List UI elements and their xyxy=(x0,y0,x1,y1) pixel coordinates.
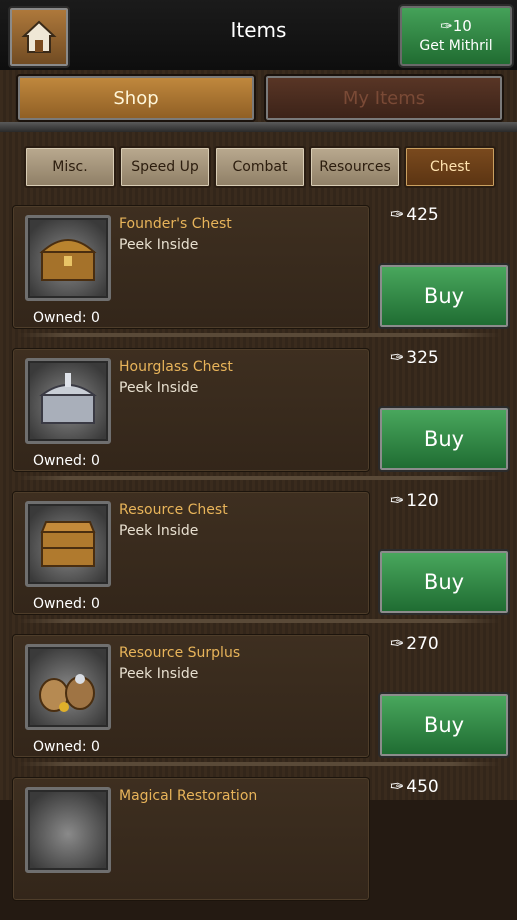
price-value: 120 xyxy=(406,491,439,511)
row-divider xyxy=(18,333,500,337)
get-mithril-button[interactable]: ✑10 Get Mithril xyxy=(398,4,514,68)
item-subtitle: Peek Inside xyxy=(119,666,199,682)
buy-button[interactable]: Buy xyxy=(378,549,510,615)
price-value: 450 xyxy=(406,777,439,797)
mithril-icon: ✑ xyxy=(390,634,405,654)
row-divider xyxy=(18,619,500,623)
price: ✑ 325 xyxy=(390,348,439,368)
mithril-label: Get Mithril xyxy=(419,38,493,54)
tab-my-items[interactable]: My Items xyxy=(264,74,504,122)
owned-count: Owned: 0 xyxy=(33,739,100,755)
price: ✑ 450 xyxy=(390,777,439,797)
list-item: Magical Restoration ✑ 450 xyxy=(0,777,517,920)
top-bar: Items ✑10 Get Mithril xyxy=(0,0,517,72)
buy-button[interactable]: Buy xyxy=(378,406,510,472)
chest-icon xyxy=(39,239,97,281)
hourglass-chest-image xyxy=(25,358,111,444)
buy-button[interactable]: Buy xyxy=(378,692,510,758)
founders-chest-image xyxy=(25,215,111,301)
price: ✑ 270 xyxy=(390,634,439,654)
mithril-icon: ✑ xyxy=(390,491,405,511)
row-divider xyxy=(18,762,500,766)
owned-count: Owned: 0 xyxy=(33,453,100,469)
item-card[interactable]: Founder's Chest Peek Inside Owned: 0 xyxy=(12,205,370,329)
item-card[interactable]: Resource Surplus Peek Inside Owned: 0 xyxy=(12,634,370,758)
price: ✑ 425 xyxy=(390,205,439,225)
owned-count: Owned: 0 xyxy=(33,310,100,326)
mithril-icon: ✑ xyxy=(390,348,405,368)
list-item: Resource Surplus Peek Inside Owned: 0 ✑ 2… xyxy=(0,634,517,777)
category-tab-combat[interactable]: Combat xyxy=(214,146,306,188)
chest-icon xyxy=(40,521,96,567)
owned-count: Owned: 0 xyxy=(33,596,100,612)
buy-button[interactable]: Buy xyxy=(378,263,510,329)
item-name: Resource Chest xyxy=(119,502,228,518)
item-subtitle: Peek Inside xyxy=(119,523,199,539)
divider xyxy=(0,122,517,132)
item-card[interactable]: Magical Restoration xyxy=(12,777,370,901)
row-divider xyxy=(18,476,500,480)
resource-chest-image xyxy=(25,501,111,587)
item-name: Magical Restoration xyxy=(119,788,258,804)
main-panel: Shop My Items Misc. Speed Up Combat Reso… xyxy=(0,70,517,901)
mithril-icon: ✑ xyxy=(390,777,405,797)
resource-surplus-image xyxy=(25,644,111,730)
price-value: 270 xyxy=(406,634,439,654)
outer-tabs: Shop My Items xyxy=(14,74,504,122)
list-item: Resource Chest Peek Inside Owned: 0 ✑ 120… xyxy=(0,491,517,634)
item-card[interactable]: Hourglass Chest Peek Inside Owned: 0 xyxy=(12,348,370,472)
mithril-count: 10 xyxy=(452,17,472,35)
list-item: Founder's Chest Peek Inside Owned: 0 ✑ 42… xyxy=(0,205,517,348)
price-value: 325 xyxy=(406,348,439,368)
list-item: Hourglass Chest Peek Inside Owned: 0 ✑ 32… xyxy=(0,348,517,491)
category-tab-speed-up[interactable]: Speed Up xyxy=(119,146,211,188)
item-subtitle: Peek Inside xyxy=(119,237,199,253)
item-card[interactable]: Resource Chest Peek Inside Owned: 0 xyxy=(12,491,370,615)
item-name: Resource Surplus xyxy=(119,645,241,661)
tab-shop[interactable]: Shop xyxy=(16,74,256,122)
resource-sacks-icon xyxy=(39,674,95,712)
price: ✑ 120 xyxy=(390,491,439,511)
item-name: Hourglass Chest xyxy=(119,359,233,375)
chest-icon xyxy=(39,373,97,424)
item-name: Founder's Chest xyxy=(119,216,232,232)
mithril-icon: ✑ xyxy=(440,17,453,35)
category-tab-resources[interactable]: Resources xyxy=(309,146,401,188)
category-tabs: Misc. Speed Up Combat Resources Chest xyxy=(24,146,496,190)
category-tab-misc[interactable]: Misc. xyxy=(24,146,116,188)
mithril-icon: ✑ xyxy=(390,205,405,225)
item-subtitle: Peek Inside xyxy=(119,380,199,396)
category-tab-chest[interactable]: Chest xyxy=(404,146,496,188)
price-value: 425 xyxy=(406,205,439,225)
